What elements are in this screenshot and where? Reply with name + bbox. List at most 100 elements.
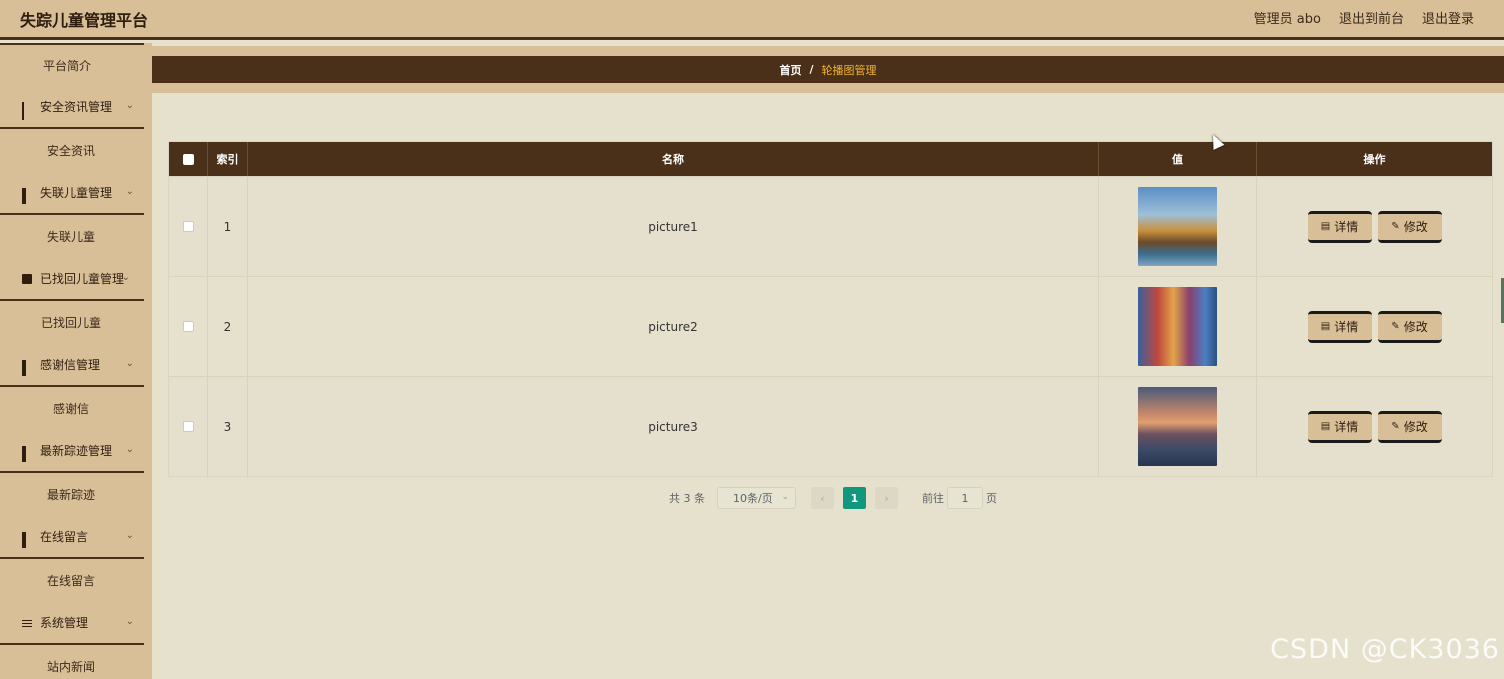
detail-button[interactable]: ▤ 详情 (1307, 410, 1372, 443)
goto-page-input[interactable]: 1 (947, 487, 983, 509)
goto-label: 前往 (922, 492, 944, 505)
sidebar-item-missing-children[interactable]: 失联儿童 (0, 215, 152, 258)
sidebar-group-label: 最新踪迹管理 (40, 444, 113, 458)
row-ops-cell: ▤ 详情 ✎ 修改 (1257, 177, 1492, 276)
sidebar-group-label: 系统管理 (40, 616, 89, 630)
row-ops-cell: ▤ 详情 ✎ 修改 (1257, 277, 1492, 376)
grid-icon (22, 101, 32, 120)
chevron-down-icon: ⌄ (125, 530, 134, 541)
image-thumbnail[interactable] (1138, 187, 1217, 266)
row-value-cell (1099, 277, 1257, 376)
goto-page: 前往 1 页 (922, 487, 997, 509)
page-size-select[interactable]: 10条/页 ⌄ (717, 487, 796, 509)
breadcrumb-separator: / (809, 63, 814, 76)
sidebar-group-label: 已找回儿童管理 (40, 272, 125, 286)
sidebar-group-latest-traces[interactable]: 最新踪迹管理 ⌄ (0, 430, 144, 473)
edit-button[interactable]: ✎ 修改 (1377, 210, 1442, 243)
top-bar: 失踪儿童管理平台 管理员 abo 退出到前台 退出登录 (0, 0, 1504, 40)
chevron-down-icon: ⌄ (781, 492, 789, 502)
edit-button[interactable]: ✎ 修改 (1377, 410, 1442, 443)
sidebar-item-site-news[interactable]: 站内新闻 (0, 645, 152, 679)
sidebar-item-security-news[interactable]: 安全资讯 (0, 129, 152, 172)
row-checkbox[interactable] (182, 421, 194, 432)
table-row: 2 picture2 ▤ 详情 ✎ 修改 (169, 276, 1492, 376)
header-ops: 操作 (1363, 153, 1386, 166)
detail-button[interactable]: ▤ 详情 (1307, 210, 1372, 243)
chevron-down-icon: ⌄ (121, 272, 130, 283)
row-name: picture2 (248, 277, 1099, 376)
grid-icon (22, 445, 32, 462)
sidebar-item-label: 最新踪迹 (46, 488, 95, 502)
row-checkbox[interactable] (182, 221, 194, 232)
detail-button-label: 详情 (1334, 220, 1359, 234)
header-index: 索引 (208, 142, 248, 176)
goto-suffix: 页 (986, 492, 997, 505)
back-to-front-link[interactable]: 退出到前台 (1339, 8, 1404, 27)
sidebar-item-thank-letters[interactable]: 感谢信 (0, 387, 152, 430)
sidebar-item-label: 失联儿童 (46, 230, 95, 244)
sliders-icon (22, 618, 32, 628)
sidebar-group-online-messages[interactable]: 在线留言 ⌄ (0, 516, 144, 559)
grid-icon (22, 187, 32, 204)
table-header: 索引 名称 值 操作 (169, 142, 1492, 176)
row-value-cell (1099, 177, 1257, 276)
sidebar-item-label: 在线留言 (46, 574, 95, 588)
row-value-cell (1099, 377, 1257, 476)
sidebar-group-missing-children[interactable]: 失联儿童管理 ⌄ (0, 172, 144, 215)
breadcrumb-home[interactable]: 首页 (779, 62, 801, 78)
sidebar-group-label: 在线留言 (40, 530, 89, 544)
grid-icon (22, 359, 32, 376)
document-icon: ▤ (1320, 421, 1331, 432)
sidebar-item-online-messages[interactable]: 在线留言 (0, 559, 152, 602)
sidebar-item-latest-traces[interactable]: 最新踪迹 (0, 473, 152, 516)
sidebar-group-system[interactable]: 系统管理 ⌄ (0, 602, 144, 645)
chevron-down-icon: ⌄ (125, 358, 134, 369)
app-title: 失踪儿童管理平台 (20, 11, 149, 30)
sidebar-group-found-children[interactable]: 已找回儿童管理 ⌄ (0, 258, 144, 301)
edit-button-label: 修改 (1403, 420, 1428, 434)
sidebar-item-platform-intro[interactable]: 平台简介 (0, 43, 144, 86)
chevron-down-icon: ⌄ (125, 100, 134, 111)
grid-icon (22, 531, 32, 548)
row-index: 1 (208, 177, 248, 276)
row-select-cell (169, 277, 208, 376)
logout-link[interactable]: 退出登录 (1422, 8, 1474, 27)
prev-page-button[interactable]: ‹ (811, 487, 834, 509)
pencil-icon: ✎ (1391, 221, 1400, 232)
sidebar-item-label: 已找回儿童 (40, 316, 101, 330)
pagination-total: 共 3 条 (669, 492, 705, 505)
next-page-button[interactable]: › (875, 487, 898, 509)
row-ops-cell: ▤ 详情 ✎ 修改 (1257, 377, 1492, 476)
watermark: CSDN @CK3036 (1270, 634, 1500, 665)
image-thumbnail[interactable] (1138, 287, 1217, 366)
table-row: 3 picture3 ▤ 详情 ✎ 修改 (169, 376, 1492, 476)
edit-button-label: 修改 (1403, 320, 1428, 334)
table-row: 1 picture1 ▤ 详情 ✎ 修改 (169, 176, 1492, 276)
header-name: 名称 (248, 142, 1099, 176)
sidebar-item-label: 感谢信 (52, 402, 89, 416)
chevron-down-icon: ⌄ (125, 186, 134, 197)
row-checkbox[interactable] (182, 321, 194, 332)
chevron-left-icon: ‹ (820, 491, 825, 505)
detail-button-label: 详情 (1334, 320, 1359, 334)
sidebar-group-security-news[interactable]: 安全资讯管理 ⌄ (0, 86, 144, 129)
sidebar-item-found-children[interactable]: 已找回儿童 (0, 301, 152, 344)
row-name: picture1 (248, 177, 1099, 276)
breadcrumb-bar: 首页 / 轮播图管理 (152, 46, 1504, 93)
document-icon: ▤ (1320, 321, 1331, 332)
page-number-current[interactable]: 1 (843, 487, 866, 509)
sidebar: 平台简介 安全资讯管理 ⌄ 安全资讯 失联儿童管理 ⌄ 失联儿童 已找回儿童管理… (0, 43, 152, 679)
clipboard-icon (22, 273, 32, 284)
sidebar-group-label: 安全资讯管理 (40, 100, 113, 114)
pencil-icon: ✎ (1391, 321, 1400, 332)
sidebar-group-thank-letters[interactable]: 感谢信管理 ⌄ (0, 344, 144, 387)
header-value: 值 (1099, 142, 1257, 176)
select-all-checkbox[interactable] (182, 153, 194, 165)
row-index: 2 (208, 277, 248, 376)
row-name: picture3 (248, 377, 1099, 476)
sidebar-group-label: 感谢信管理 (40, 358, 101, 372)
image-thumbnail[interactable] (1138, 387, 1217, 466)
edit-button[interactable]: ✎ 修改 (1377, 310, 1442, 343)
detail-button[interactable]: ▤ 详情 (1307, 310, 1372, 343)
admin-user-label[interactable]: 管理员 abo (1254, 8, 1321, 27)
